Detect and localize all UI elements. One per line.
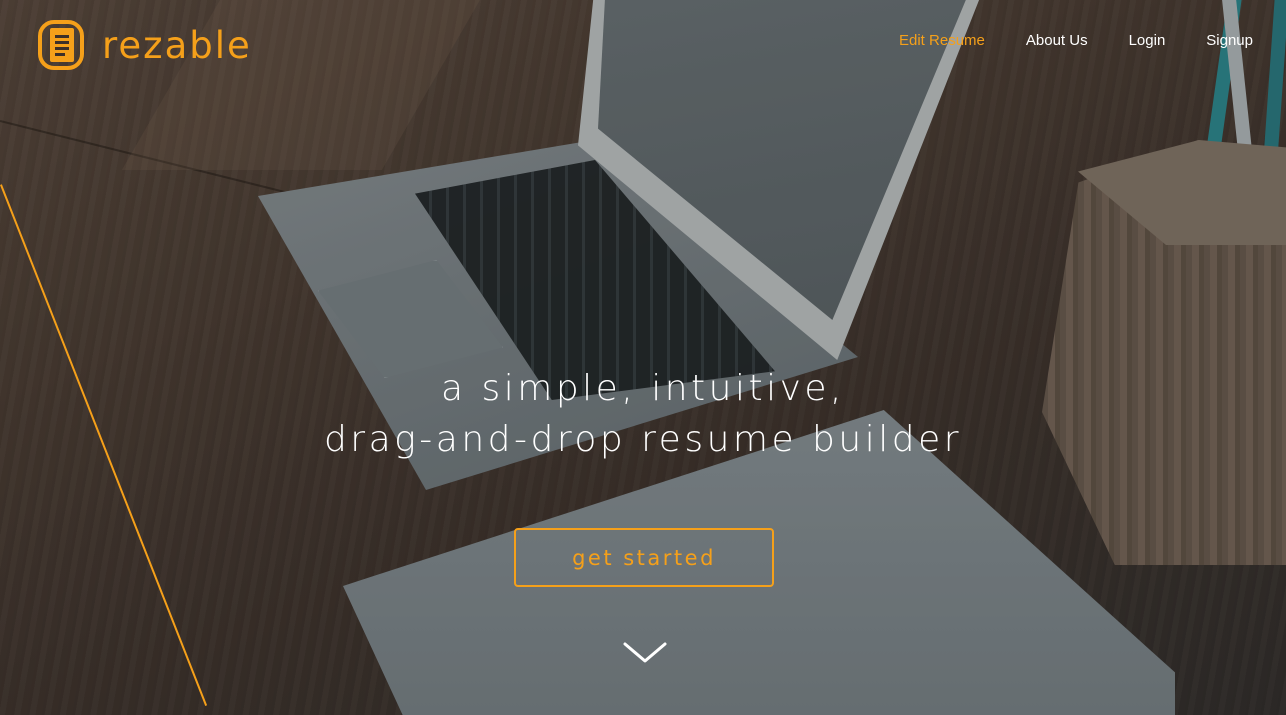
chevron-down-icon[interactable] xyxy=(622,640,668,666)
nav-edit-resume[interactable]: Edit Resume xyxy=(899,32,985,49)
nav-about-us[interactable]: About Us xyxy=(1026,32,1088,49)
nav-login[interactable]: Login xyxy=(1129,32,1166,49)
hero-headline-line-1: a simple, intuitive, xyxy=(441,368,845,409)
nav-signup[interactable]: Signup xyxy=(1206,32,1253,49)
top-nav: Edit Resume About Us Login Signup xyxy=(899,32,1253,49)
hero-section: rezable Edit Resume About Us Login Signu… xyxy=(0,0,1286,715)
get-started-button[interactable]: get started xyxy=(514,528,774,587)
brand-name: rezable xyxy=(102,23,252,67)
brand-logo[interactable]: rezable xyxy=(38,20,252,70)
document-icon xyxy=(38,20,84,70)
hero-headline: a simple, intuitive, drag-and-drop resum… xyxy=(0,363,1286,465)
hero-headline-line-2: drag-and-drop resume builder xyxy=(323,419,963,460)
background-overlay xyxy=(0,0,1286,715)
